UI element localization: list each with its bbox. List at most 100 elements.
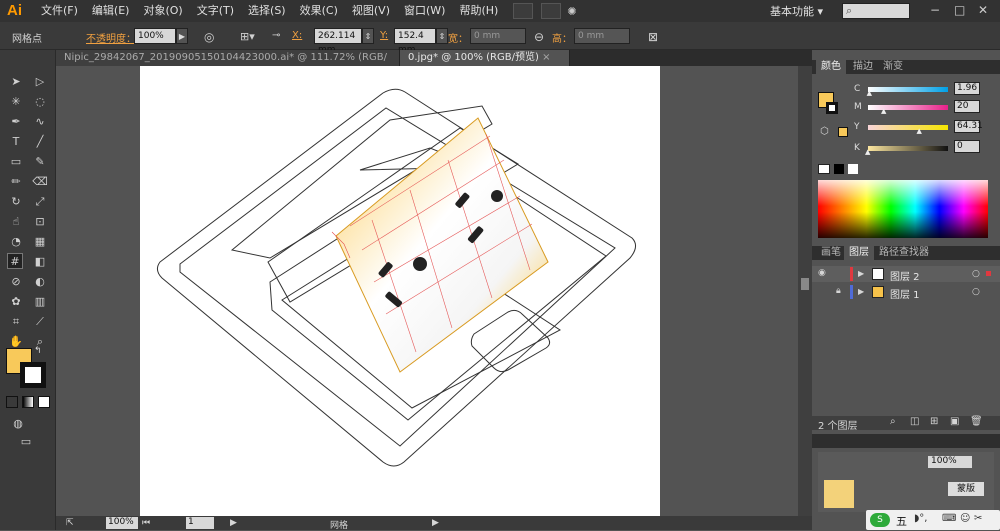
- tab-document-1[interactable]: Nipic_29842067_20190905150104423000.ai* …: [56, 50, 400, 79]
- ime-mode-label[interactable]: 五: [896, 513, 907, 529]
- perspective-grid-tool-icon[interactable]: ▦: [32, 234, 48, 250]
- pen-tool-icon[interactable]: ✒: [8, 114, 24, 130]
- paintbrush-tool-icon[interactable]: ✎: [32, 154, 48, 170]
- expand-arrow-icon[interactable]: ▶: [858, 287, 864, 296]
- menu-effect[interactable]: 效果(C): [293, 0, 345, 22]
- sync-icon[interactable]: ✺: [567, 5, 576, 18]
- bridge-icon[interactable]: [513, 3, 534, 19]
- symbol-sprayer-tool-icon[interactable]: ✿: [8, 294, 24, 310]
- new-sublayer-icon[interactable]: ⊞: [930, 416, 938, 427]
- scale-tool-icon[interactable]: ⤢: [32, 194, 48, 210]
- gradient-tool-icon[interactable]: ◧: [32, 254, 48, 270]
- width-field[interactable]: 0 mm: [470, 28, 526, 44]
- out-of-gamut-icon[interactable]: ⬡: [820, 126, 829, 137]
- visibility-eye-icon[interactable]: ◉: [818, 268, 826, 278]
- blend-tool-icon[interactable]: ◐: [32, 274, 48, 290]
- menu-select[interactable]: 选择(S): [241, 0, 293, 22]
- draw-mode-icon[interactable]: ◍: [10, 416, 26, 432]
- gradient-mode-icon[interactable]: [22, 396, 34, 408]
- tab-brushes[interactable]: 画笔: [816, 246, 846, 260]
- recolor-icon[interactable]: ◎: [204, 30, 214, 44]
- artboard-nav-icon[interactable]: ⇱: [66, 518, 74, 528]
- delete-layer-icon[interactable]: 🗑︎: [970, 416, 983, 427]
- rectangle-tool-icon[interactable]: ▭: [8, 154, 24, 170]
- menu-edit[interactable]: 编辑(E): [85, 0, 137, 22]
- user-icon[interactable]: ☺: [960, 513, 970, 524]
- height-field[interactable]: 0 mm: [574, 28, 630, 44]
- settings-icon[interactable]: ✂: [974, 513, 982, 524]
- menu-object[interactable]: 对象(O): [136, 0, 189, 22]
- first-page-icon[interactable]: ⏮: [142, 518, 150, 528]
- x-stepper[interactable]: ⇕: [362, 28, 374, 44]
- opacity-dropdown-icon[interactable]: ▶: [176, 28, 188, 44]
- color-mode-icon[interactable]: [6, 396, 18, 408]
- column-graph-tool-icon[interactable]: ▥: [32, 294, 48, 310]
- stroke-swatch[interactable]: [20, 362, 46, 388]
- tab-pathfinder[interactable]: 路径查找器: [874, 246, 934, 260]
- layer-name[interactable]: 图层 1: [890, 286, 920, 301]
- punctuation-icon[interactable]: ◗°,: [914, 513, 927, 524]
- socket-face[interactable]: [335, 117, 549, 373]
- opacity-label[interactable]: 不透明度：: [86, 30, 136, 45]
- eraser-tool-icon[interactable]: ⌫: [32, 174, 48, 190]
- shape-builder-tool-icon[interactable]: ◔: [8, 234, 24, 250]
- channel-m-slider[interactable]: [868, 105, 948, 110]
- x-field[interactable]: 262.114 mm: [314, 28, 362, 55]
- mesh-tool-icon[interactable]: #: [7, 253, 23, 269]
- tab-close-icon[interactable]: ×: [542, 52, 550, 63]
- layer-row-1[interactable]: 🔒︎ ▶ 图层 1 ○: [812, 284, 1000, 301]
- menu-window[interactable]: 窗口(W): [397, 0, 452, 22]
- artboard-tool-icon[interactable]: ⌗: [8, 314, 24, 330]
- channel-y-thumb[interactable]: ▲: [916, 127, 921, 135]
- white-swatch[interactable]: [848, 164, 858, 174]
- canvas[interactable]: [56, 66, 798, 516]
- opacity-field[interactable]: 100%: [134, 28, 176, 44]
- arrange-documents-icon[interactable]: [541, 3, 562, 19]
- swap-fill-stroke-icon[interactable]: ↰: [34, 346, 42, 356]
- tab-document-2[interactable]: 0.jpg* @ 100% (RGB/预览) ×: [400, 50, 570, 66]
- layer-name[interactable]: 图层 2: [890, 268, 920, 283]
- menu-view[interactable]: 视图(V): [345, 0, 397, 22]
- make-mask-button[interactable]: 蒙版: [948, 482, 984, 496]
- maximize-button[interactable]: □: [954, 3, 965, 17]
- target-icon[interactable]: ○: [972, 287, 980, 297]
- lasso-tool-icon[interactable]: ◌: [32, 94, 48, 110]
- color-stroke-swatch[interactable]: [826, 102, 838, 114]
- tab-gradient[interactable]: 渐变: [878, 60, 908, 74]
- menu-file[interactable]: 文件(F): [34, 0, 85, 22]
- channel-y-slider[interactable]: [868, 125, 948, 130]
- none-mode-icon[interactable]: [38, 396, 50, 408]
- channel-k-thumb[interactable]: ▲: [865, 148, 870, 156]
- channel-c-thumb[interactable]: ▲: [867, 89, 872, 97]
- transparency-opacity-field[interactable]: 100%: [928, 456, 972, 468]
- type-tool-icon[interactable]: T: [8, 134, 24, 150]
- y-stepper[interactable]: ⇕: [436, 28, 448, 44]
- scroll-thumb[interactable]: [801, 278, 809, 290]
- pencil-tool-icon[interactable]: ✏: [8, 174, 24, 190]
- direct-selection-tool-icon[interactable]: ▷: [32, 74, 48, 90]
- line-tool-icon[interactable]: ╱: [32, 134, 48, 150]
- layer-row-2[interactable]: ◉ ▶ 图层 2 ○: [812, 266, 1000, 283]
- screen-mode-icon[interactable]: ▭: [18, 434, 34, 450]
- reference-point-icon[interactable]: ⊸: [272, 30, 280, 41]
- search-input[interactable]: ⌕: [842, 3, 910, 19]
- transform-icon[interactable]: ⊠: [648, 30, 658, 44]
- channel-m-field[interactable]: 20: [954, 100, 980, 113]
- expand-arrow-icon[interactable]: ▶: [858, 269, 864, 278]
- lock-icon[interactable]: 🔒︎: [836, 286, 841, 296]
- slice-tool-icon[interactable]: ⟋: [32, 314, 48, 330]
- channel-y-field[interactable]: 64.31: [954, 120, 983, 133]
- link-icon[interactable]: ⊖: [534, 30, 544, 44]
- vertical-scrollbar[interactable]: [798, 66, 812, 516]
- tab-layers[interactable]: 图层: [844, 246, 874, 260]
- channel-k-field[interactable]: 0: [954, 140, 980, 153]
- rotate-tool-icon[interactable]: ↻: [8, 194, 24, 210]
- socket-artwork[interactable]: [140, 66, 660, 516]
- eyedropper-tool-icon[interactable]: ⊘: [8, 274, 24, 290]
- next-page-icon[interactable]: ▶: [230, 518, 237, 528]
- ime-logo-icon[interactable]: S: [870, 513, 890, 527]
- menu-help[interactable]: 帮助(H): [452, 0, 505, 22]
- warp-tool-icon[interactable]: ☝: [8, 214, 24, 230]
- black-swatch[interactable]: [834, 164, 844, 174]
- magic-wand-tool-icon[interactable]: ✳: [8, 94, 24, 110]
